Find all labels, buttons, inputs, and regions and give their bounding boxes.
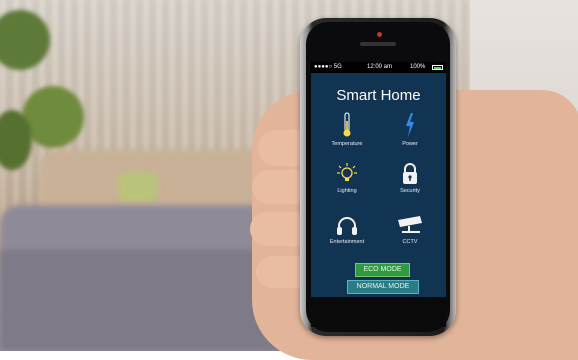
thermometer-icon — [343, 112, 351, 137]
temperature-label: Temperature — [331, 141, 363, 147]
temperature-control[interactable]: Temperature — [321, 112, 373, 147]
battery-percent: 100% — [410, 64, 426, 70]
phone-screen: ●●●●○ 5G 12:00 am 100% Smart Home Temper… — [311, 62, 446, 297]
battery-fill — [434, 67, 441, 69]
normal-mode-button[interactable]: NORMAL MODE — [347, 280, 419, 294]
cctv-control[interactable]: CCTV — [384, 216, 436, 245]
battery-icon — [432, 65, 443, 70]
lighting-control[interactable]: Lighting — [321, 163, 373, 194]
cctv-camera-icon — [398, 216, 422, 233]
padlock-icon — [403, 163, 417, 184]
eco-mode-button[interactable]: ECO MODE — [355, 263, 410, 277]
power-control[interactable]: Power — [384, 112, 436, 147]
security-control[interactable]: Security — [384, 163, 436, 194]
headphones-icon — [337, 217, 357, 235]
pillow — [118, 172, 158, 202]
front-camera — [377, 32, 382, 37]
cctv-label: CCTV — [402, 239, 418, 245]
earpiece-speaker — [360, 42, 396, 46]
signal-indicator: ●●●●○ 5G — [314, 64, 342, 70]
status-bar: ●●●●○ 5G 12:00 am 100% — [311, 62, 446, 73]
clock: 12:00 am — [367, 64, 393, 70]
lighting-label: Lighting — [337, 188, 357, 194]
phone-bottom-bezel — [311, 297, 446, 327]
lightning-icon — [406, 113, 414, 137]
security-label: Security — [400, 188, 420, 194]
lightbulb-icon — [337, 163, 357, 181]
entertainment-control[interactable]: Entertainment — [321, 216, 373, 245]
power-label: Power — [402, 141, 418, 147]
app-title: Smart Home — [336, 87, 421, 104]
entertainment-label: Entertainment — [329, 239, 365, 245]
